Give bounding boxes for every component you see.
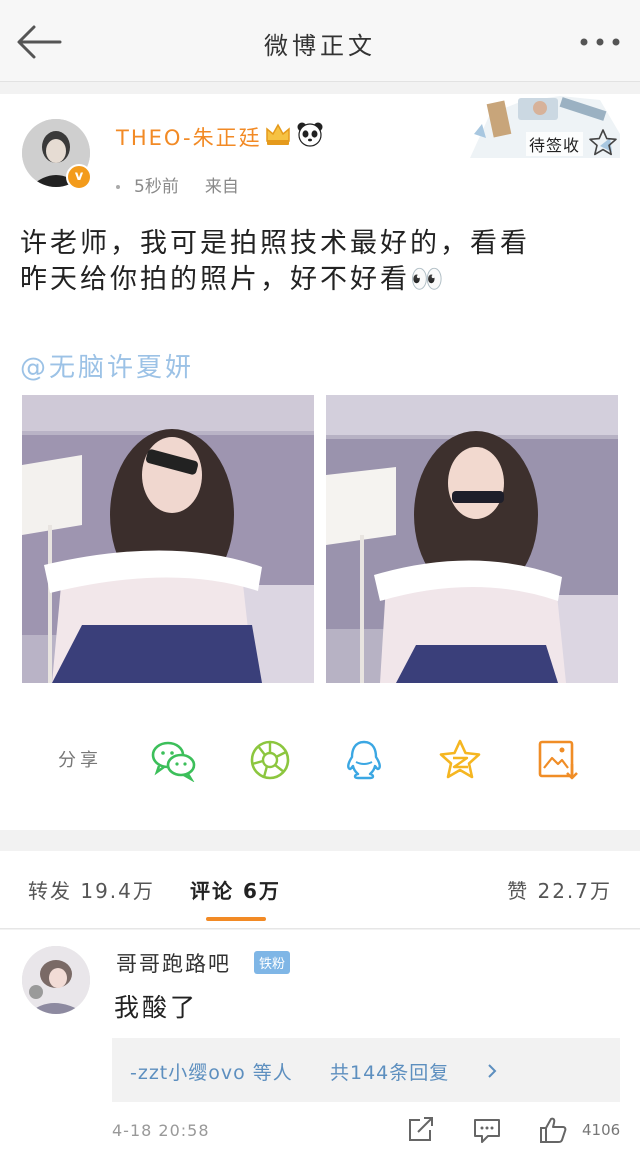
qzone-icon	[439, 739, 481, 779]
wechat-icon	[151, 741, 196, 783]
replies-preview[interactable]: -zzt小缨ovo 等人 共144条回复	[112, 1038, 620, 1102]
post-photo-2[interactable]	[326, 395, 618, 683]
save-image-button[interactable]	[534, 738, 582, 782]
post-meta: 5秒前 来自	[116, 172, 239, 197]
crown-icon[interactable]	[264, 121, 292, 147]
share-moments-button[interactable]	[246, 738, 294, 782]
share-qq-button[interactable]	[340, 738, 388, 782]
fan-badge: 铁粉	[254, 951, 291, 974]
repost-icon[interactable]	[406, 1116, 436, 1144]
replies-who: -zzt小缨ovo 等人	[130, 1062, 293, 1084]
save-image-icon	[538, 740, 578, 780]
page-title: 微博正文	[264, 32, 376, 60]
post-source: 来自	[204, 177, 239, 197]
commenter-avatar[interactable]	[22, 946, 90, 1014]
decoration-label: 待签收	[526, 132, 584, 156]
post-card: v THEO-朱正廷 5秒前 来自 待签收 许老师，我可是拍照技术最好的，看看昨天…	[0, 94, 640, 830]
like-icon[interactable]	[538, 1116, 568, 1144]
replies-count: 共144条回复	[330, 1062, 450, 1084]
interaction-tabs: 转发 19.4万 评论 6万 赞 22.7万	[0, 851, 640, 929]
moments-icon	[250, 740, 290, 780]
share-label: 分享	[58, 750, 102, 771]
commenter-name[interactable]: 哥哥跑路吧	[116, 948, 231, 978]
comment-icon[interactable]	[472, 1116, 502, 1144]
tab-comments[interactable]: 评论 6万	[190, 875, 281, 904]
comment-text: 我酸了	[114, 993, 199, 1022]
verified-badge: v	[66, 164, 92, 190]
comment-like-count: 4106	[582, 1121, 621, 1139]
meta-dot	[116, 185, 120, 189]
more-button[interactable]	[578, 28, 622, 56]
share-wechat-button[interactable]	[150, 738, 198, 783]
post-body-text: 许老师，我可是拍照技术最好的，看看昨天给你拍的照片，好不好看👀	[20, 228, 530, 295]
mention-link[interactable]: @无脑许夏妍	[20, 347, 194, 384]
tab-likes[interactable]: 赞 22.7万	[507, 875, 612, 904]
panda-icon[interactable]	[296, 121, 324, 147]
post-photo-1[interactable]	[22, 395, 314, 683]
nav-bar: 微博正文	[0, 0, 640, 82]
author-name[interactable]: THEO-朱正廷	[116, 122, 262, 152]
share-qzone-button[interactable]	[436, 738, 484, 782]
more-icon	[580, 38, 620, 46]
star-icon[interactable]	[588, 128, 618, 156]
chevron-right-icon	[488, 1064, 497, 1078]
tab-reposts[interactable]: 转发 19.4万	[28, 875, 155, 904]
comment-time: 4-18 20:58	[112, 1121, 210, 1140]
post-time: 5秒前	[134, 177, 179, 197]
comment-list: 哥哥跑路吧 铁粉 我酸了 -zzt小缨ovo 等人 共144条回复 4-18 2…	[0, 930, 640, 1159]
active-tab-indicator	[206, 917, 266, 921]
qq-icon	[347, 740, 381, 780]
